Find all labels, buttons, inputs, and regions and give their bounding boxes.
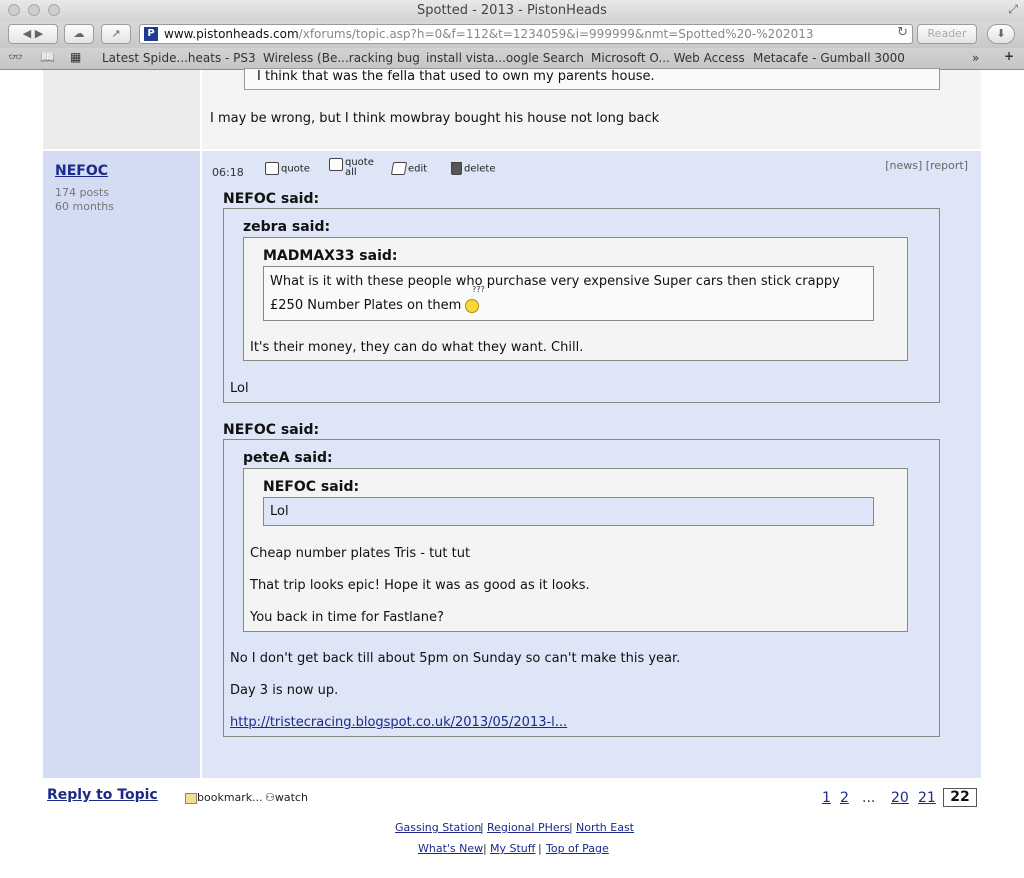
back-forward-buttons[interactable]: ◀ ▶	[8, 24, 58, 44]
author-link[interactable]: NEFOC	[55, 163, 108, 179]
page-ellipsis: ...	[862, 790, 876, 806]
quote-author: peteA said:	[243, 450, 333, 466]
footer-link-my-stuff[interactable]: My Stuff	[490, 842, 535, 855]
delete-button[interactable]: delete	[451, 162, 496, 175]
previous-post-sidebar	[43, 70, 202, 149]
quote-author: NEFOC said:	[263, 479, 360, 495]
quote-text: I think that was the fella that used to …	[257, 69, 655, 84]
quote-text: Lol	[230, 381, 249, 396]
footer-link-top-of-page[interactable]: Top of Page	[546, 842, 609, 855]
reading-list-icon[interactable]: 👓	[8, 50, 23, 64]
quote-author: MADMAX33 said:	[263, 248, 398, 264]
forward-icon[interactable]: ▶	[35, 27, 43, 40]
page-link-2[interactable]: 2	[840, 790, 849, 806]
binoculars-icon: ⚇	[265, 791, 275, 804]
quote-author: NEFOC said:	[223, 191, 320, 207]
footer-link-regional-phers[interactable]: Regional PHers	[487, 821, 570, 834]
page-link-20[interactable]: 20	[891, 790, 909, 806]
author-membership: 60 months	[55, 200, 114, 213]
footer-link-north-east[interactable]: North East	[576, 821, 634, 834]
reload-icon[interactable]: ↻	[897, 25, 908, 40]
quote-box: What is it with these people who purchas…	[263, 266, 874, 321]
bookmark-star-icon	[185, 792, 197, 804]
edit-icon	[390, 162, 408, 175]
download-icon: ⬇	[996, 27, 1006, 40]
page-link-21[interactable]: 21	[918, 790, 936, 806]
blog-link[interactable]: http://tristecracing.blogspot.co.uk/2013…	[230, 715, 567, 730]
forum-post: NEFOC 174 posts 60 months 06:18 quote qu…	[43, 151, 981, 778]
reply-to-topic-link[interactable]: Reply to Topic	[47, 787, 158, 803]
quote-box: MADMAX33 said: What is it with these peo…	[243, 237, 908, 361]
quote-box: I think that was the fella that used to …	[244, 68, 940, 90]
trash-icon	[451, 162, 462, 175]
window-title: Spotted - 2013 - PistonHeads	[417, 3, 607, 18]
separator: |	[480, 821, 484, 834]
url-domain: www.pistonheads.com	[164, 27, 299, 41]
post-text: Day 3 is now up.	[230, 683, 339, 698]
edit-button[interactable]: edit	[390, 162, 427, 175]
footer-link-gassing-station[interactable]: Gassing Station	[395, 821, 481, 834]
browser-toolbar: ◀ ▶ ☁ ↗ P www.pistonheads.com/xforums/to…	[0, 22, 1024, 48]
post-time: 06:18	[212, 166, 244, 179]
back-icon[interactable]: ◀	[23, 27, 31, 40]
quote-author: NEFOC said:	[223, 422, 320, 438]
url-path: /xforums/topic.asp?h=0&f=112&t=1234059&i…	[298, 27, 814, 41]
bookmarks-bar: 👓 📖 ▦ Latest Spide...heats - PS3 Wireles…	[0, 48, 1024, 70]
bookmark-item[interactable]: Latest Spide...heats - PS3	[102, 51, 256, 65]
reader-button[interactable]: Reader	[917, 24, 977, 44]
page-link-1[interactable]: 1	[822, 790, 831, 806]
current-page: 22	[943, 788, 977, 807]
share-icon: ↗	[111, 27, 121, 40]
more-bookmarks-icon[interactable]: »	[972, 51, 979, 65]
quote-text: What is it with these people who purchas…	[270, 274, 840, 289]
separator: |	[538, 842, 542, 855]
quote-text: It's their money, they can do what they …	[250, 340, 584, 355]
bookmark-item[interactable]: install vista...oogle Search	[426, 51, 584, 65]
icloud-button[interactable]: ☁	[64, 24, 94, 44]
quote-text: Cheap number plates Tris - tut tut	[250, 546, 471, 561]
quote-text: Lol	[270, 504, 289, 519]
bookmark-item[interactable]: Metacafe - Gumball 3000	[753, 51, 905, 65]
emoticon-question-marks: ???	[472, 285, 485, 294]
bookmark-item[interactable]: Microsoft O... Web Access	[591, 51, 745, 65]
separator: |	[569, 821, 573, 834]
separator: |	[483, 842, 487, 855]
quote-all-button[interactable]: quote all	[329, 158, 374, 178]
bookmark-item[interactable]: Wireless (Be...racking bug	[263, 51, 420, 65]
footer-link-whats-new[interactable]: What's New	[418, 842, 483, 855]
window-titlebar: Spotted - 2013 - PistonHeads ⤢	[0, 0, 1024, 22]
share-button[interactable]: ↗	[101, 24, 131, 44]
post-text: I may be wrong, but I think mowbray boug…	[210, 111, 660, 126]
quote-text: That trip looks epic! Hope it was as goo…	[250, 578, 590, 593]
quote-text: £250 Number Plates on them	[270, 298, 480, 313]
quote-icon	[265, 162, 279, 175]
quote-button[interactable]: quote	[265, 162, 310, 175]
cloud-icon: ☁	[73, 27, 85, 40]
post-text: No I don't get back till about 5pm on Su…	[230, 651, 681, 666]
previous-post: I think that was the fella that used to …	[43, 68, 981, 149]
quote-all-icon	[329, 158, 343, 171]
downloads-button[interactable]: ⬇	[987, 24, 1015, 44]
bookmark-button[interactable]: bookmark...	[185, 791, 263, 804]
address-bar[interactable]: P www.pistonheads.com/xforums/topic.asp?…	[139, 24, 913, 44]
quote-box: Lol	[263, 497, 874, 526]
url-text[interactable]: www.pistonheads.com/xforums/topic.asp?h=…	[164, 27, 813, 41]
quote-box: peteA said: NEFOC said: Lol Cheap number…	[223, 439, 940, 737]
quote-box: zebra said: MADMAX33 said: What is it wi…	[223, 208, 940, 403]
post-author-sidebar: NEFOC 174 posts 60 months	[43, 151, 202, 778]
watch-button[interactable]: ⚇watch	[265, 791, 308, 804]
new-tab-icon[interactable]: +	[1004, 49, 1014, 63]
quote-text: You back in time for Fastlane?	[250, 610, 444, 625]
news-report-links[interactable]: [news] [report]	[885, 159, 968, 172]
quote-author: zebra said:	[243, 219, 331, 235]
fullscreen-icon[interactable]: ⤢	[1008, 2, 1018, 17]
site-favicon-icon: P	[144, 27, 158, 41]
bookmarks-book-icon[interactable]: 📖	[40, 50, 55, 64]
quote-box: NEFOC said: Lol Cheap number plates Tris…	[243, 468, 908, 632]
confused-emoticon-icon	[465, 298, 480, 313]
top-sites-grid-icon[interactable]: ▦	[70, 50, 81, 64]
author-post-count: 174 posts	[55, 186, 109, 199]
